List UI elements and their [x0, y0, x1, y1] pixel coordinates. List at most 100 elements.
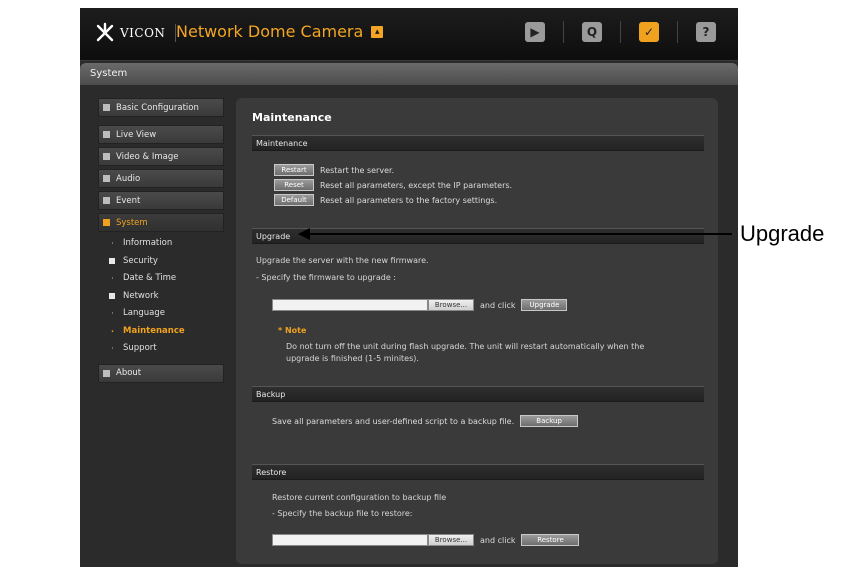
- note-text-line2: upgrade is finished (1-5 minites).: [286, 354, 419, 363]
- upgrade-description: Upgrade the server with the new firmware…: [256, 256, 429, 265]
- bullet-dot-icon: ·: [111, 274, 114, 283]
- expand-icon: [103, 175, 110, 182]
- toolbar-divider: [620, 21, 621, 43]
- submenu-label: Language: [123, 308, 165, 318]
- app-title-text: Network Dome Camera: [176, 22, 364, 41]
- collapse-icon: [103, 219, 110, 226]
- sidebar-item-label: System: [116, 217, 148, 228]
- firmware-file-input[interactable]: [272, 299, 428, 311]
- top-header: VICON Network Dome Camera ▴ ▶ Q ✓ ?: [80, 8, 738, 61]
- config-icon: ✓: [639, 22, 659, 42]
- live-view-button[interactable]: ▶: [517, 19, 553, 45]
- help-button[interactable]: ?: [688, 19, 724, 45]
- restart-row: Restart Restart the server.: [274, 164, 394, 176]
- expand-icon: [103, 369, 110, 377]
- expand-icon: [103, 153, 110, 160]
- and-click-text: and click: [480, 300, 516, 310]
- bullet-dot-icon: ·: [111, 309, 114, 318]
- submenu-item-information[interactable]: · Information: [98, 235, 224, 253]
- submenu-label: Date & Time: [123, 273, 177, 283]
- upgrade-instruction: - Specify the firmware to upgrade :: [256, 273, 396, 282]
- sidebar-item-video-image[interactable]: Video & Image: [98, 147, 224, 166]
- help-icon: ?: [696, 22, 716, 42]
- restore-button[interactable]: Restore: [521, 534, 580, 546]
- backup-section-header: Backup: [252, 386, 704, 402]
- sidebar-item-event[interactable]: Event: [98, 191, 224, 210]
- section-bar: System: [80, 63, 738, 85]
- sidebar-item-label: Audio: [116, 173, 141, 184]
- submenu-item-language[interactable]: · Language: [98, 305, 224, 323]
- sidebar-item-live-view[interactable]: Live View: [98, 125, 224, 144]
- callout-arrow-line: [304, 233, 732, 235]
- logo-text: VICON: [120, 26, 166, 40]
- firmware-browse-button[interactable]: Browse...: [428, 299, 474, 311]
- default-row: Default Reset all parameters to the fact…: [274, 194, 497, 206]
- restore-file-row: Browse... and click Restore: [272, 534, 580, 546]
- backup-row: Save all parameters and user-defined scr…: [272, 415, 579, 427]
- reset-button[interactable]: Reset: [274, 179, 314, 191]
- menu-toggle-icon[interactable]: ▴: [371, 25, 384, 38]
- sidebar-item-about[interactable]: About: [98, 363, 224, 383]
- search-button[interactable]: Q: [574, 19, 610, 45]
- note-title: * Note: [278, 326, 307, 335]
- bullet-dot-icon: ·: [110, 326, 115, 336]
- default-button[interactable]: Default: [274, 194, 314, 206]
- sidebar-item-label: Event: [116, 195, 141, 206]
- submenu-label: Maintenance: [123, 325, 185, 336]
- expand-square-icon: [109, 293, 115, 300]
- submenu-item-date-time[interactable]: · Date & Time: [98, 270, 224, 288]
- backup-description: Save all parameters and user-defined scr…: [272, 416, 515, 426]
- firmware-file-picker: Browse...: [272, 299, 474, 311]
- default-description: Reset all parameters to the factory sett…: [320, 195, 498, 205]
- vicon-logo: VICON: [94, 22, 184, 44]
- callout-arrow-icon: [298, 228, 310, 240]
- restore-description: Restore current configuration to backup …: [272, 493, 447, 502]
- submenu-item-network[interactable]: Network: [98, 288, 224, 306]
- restart-button[interactable]: Restart: [274, 164, 314, 176]
- sidebar-item-label: Video & Image: [116, 151, 179, 162]
- submenu-label: Network: [123, 290, 159, 301]
- bullet-dot-icon: ·: [111, 344, 114, 353]
- and-click-text: and click: [480, 535, 516, 545]
- backup-button[interactable]: Backup: [520, 415, 579, 427]
- header-toolbar: ▶ Q ✓ ?: [517, 19, 724, 45]
- vicon-logo-icon: [94, 22, 116, 44]
- restore-browse-button[interactable]: Browse...: [428, 534, 474, 546]
- system-submenu: · Information Security · Date & Time Net…: [98, 235, 224, 358]
- submenu-label: Security: [123, 255, 158, 266]
- callout-label: Upgrade: [740, 221, 825, 246]
- sidebar-item-audio[interactable]: Audio: [98, 169, 224, 188]
- expand-icon: [103, 104, 110, 111]
- search-icon: Q: [582, 22, 602, 42]
- maintenance-section-header: Maintenance: [252, 135, 704, 151]
- expand-icon: [103, 131, 110, 138]
- sidebar-item-label: Live View: [116, 129, 157, 140]
- restore-section-header: Restore: [252, 464, 704, 480]
- upgrade-file-row: Browse... and click Upgrade: [272, 299, 568, 311]
- restore-instruction: - Specify the backup file to restore:: [272, 509, 413, 518]
- submenu-item-maintenance[interactable]: · Maintenance: [98, 323, 224, 341]
- page-title: Maintenance: [252, 111, 332, 124]
- upgrade-button[interactable]: Upgrade: [521, 299, 568, 311]
- restore-file-input[interactable]: [272, 534, 428, 546]
- submenu-item-support[interactable]: · Support: [98, 340, 224, 358]
- sidebar-item-label: About: [116, 368, 142, 378]
- upgrade-section-header: Upgrade: [252, 228, 704, 244]
- sidebar-item-basic-configuration[interactable]: Basic Configuration: [98, 98, 224, 117]
- reset-description: Reset all parameters, except the IP para…: [320, 180, 513, 190]
- expand-square-icon: [109, 258, 115, 265]
- toolbar-divider: [677, 21, 678, 43]
- restore-file-picker: Browse...: [272, 534, 474, 546]
- bullet-dot-icon: ·: [111, 239, 114, 248]
- config-button[interactable]: ✓: [631, 19, 667, 45]
- submenu-label: Information: [123, 238, 173, 248]
- camera-web-ui: VICON Network Dome Camera ▴ ▶ Q ✓ ? Syst…: [80, 8, 738, 567]
- note-text-line1: Do not turn off the unit during flash up…: [286, 342, 645, 351]
- submenu-item-security[interactable]: Security: [98, 253, 224, 271]
- restart-description: Restart the server.: [320, 165, 395, 175]
- sidebar-item-system[interactable]: System: [98, 213, 224, 232]
- live-view-icon: ▶: [525, 22, 545, 42]
- toolbar-divider: [563, 21, 564, 43]
- sidebar: Basic Configuration Live View Video & Im…: [98, 98, 224, 386]
- reset-row: Reset Reset all parameters, except the I…: [274, 179, 512, 191]
